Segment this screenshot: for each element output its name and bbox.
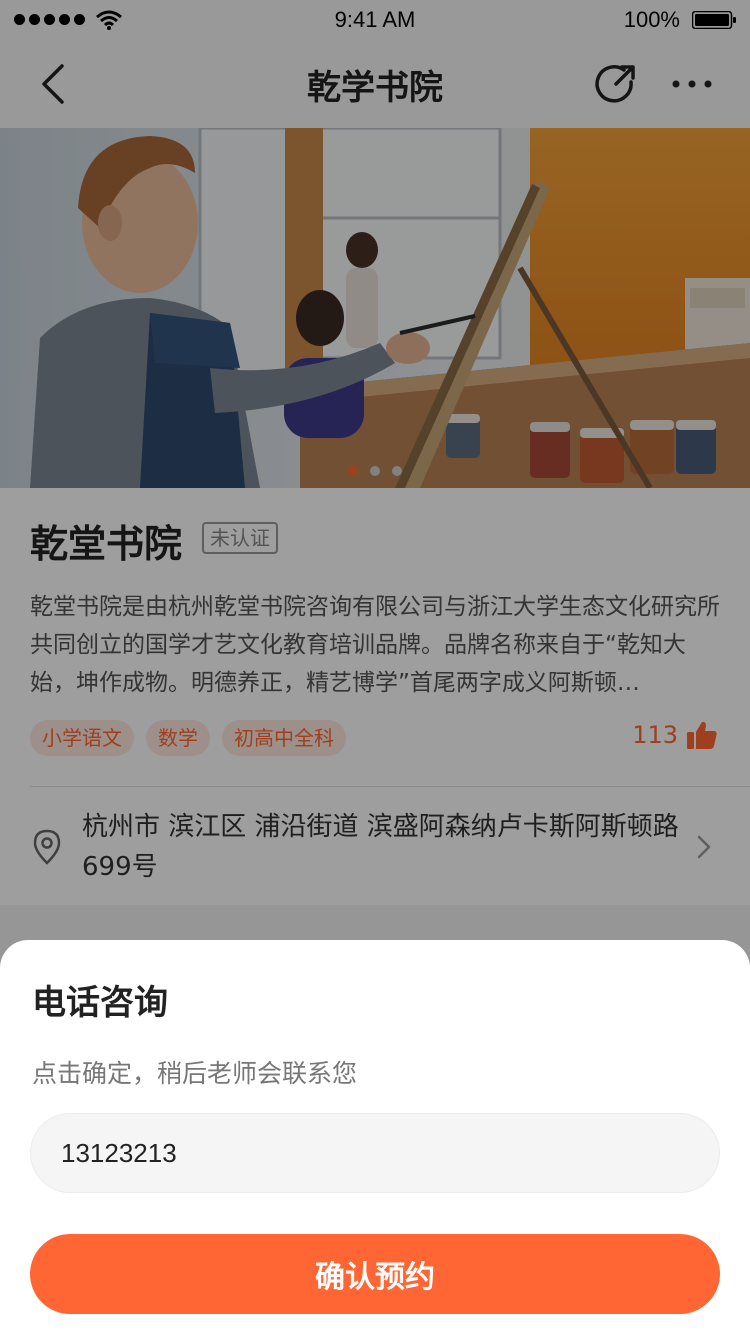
page: 9:41 AM 100% 乾学书院 乾堂书院 未认证 乾堂书院是由杭州乾堂书院咨… bbox=[0, 0, 750, 1334]
phone-input[interactable] bbox=[30, 1113, 720, 1193]
sheet-title: 电话咨询 bbox=[32, 983, 168, 1023]
phone-consult-sheet: 电话咨询 点击确定，稍后老师会联系您 确认预约 bbox=[0, 940, 750, 1334]
sheet-subtitle: 点击确定，稍后老师会联系您 bbox=[32, 1059, 358, 1088]
confirm-booking-button[interactable]: 确认预约 bbox=[30, 1234, 720, 1314]
